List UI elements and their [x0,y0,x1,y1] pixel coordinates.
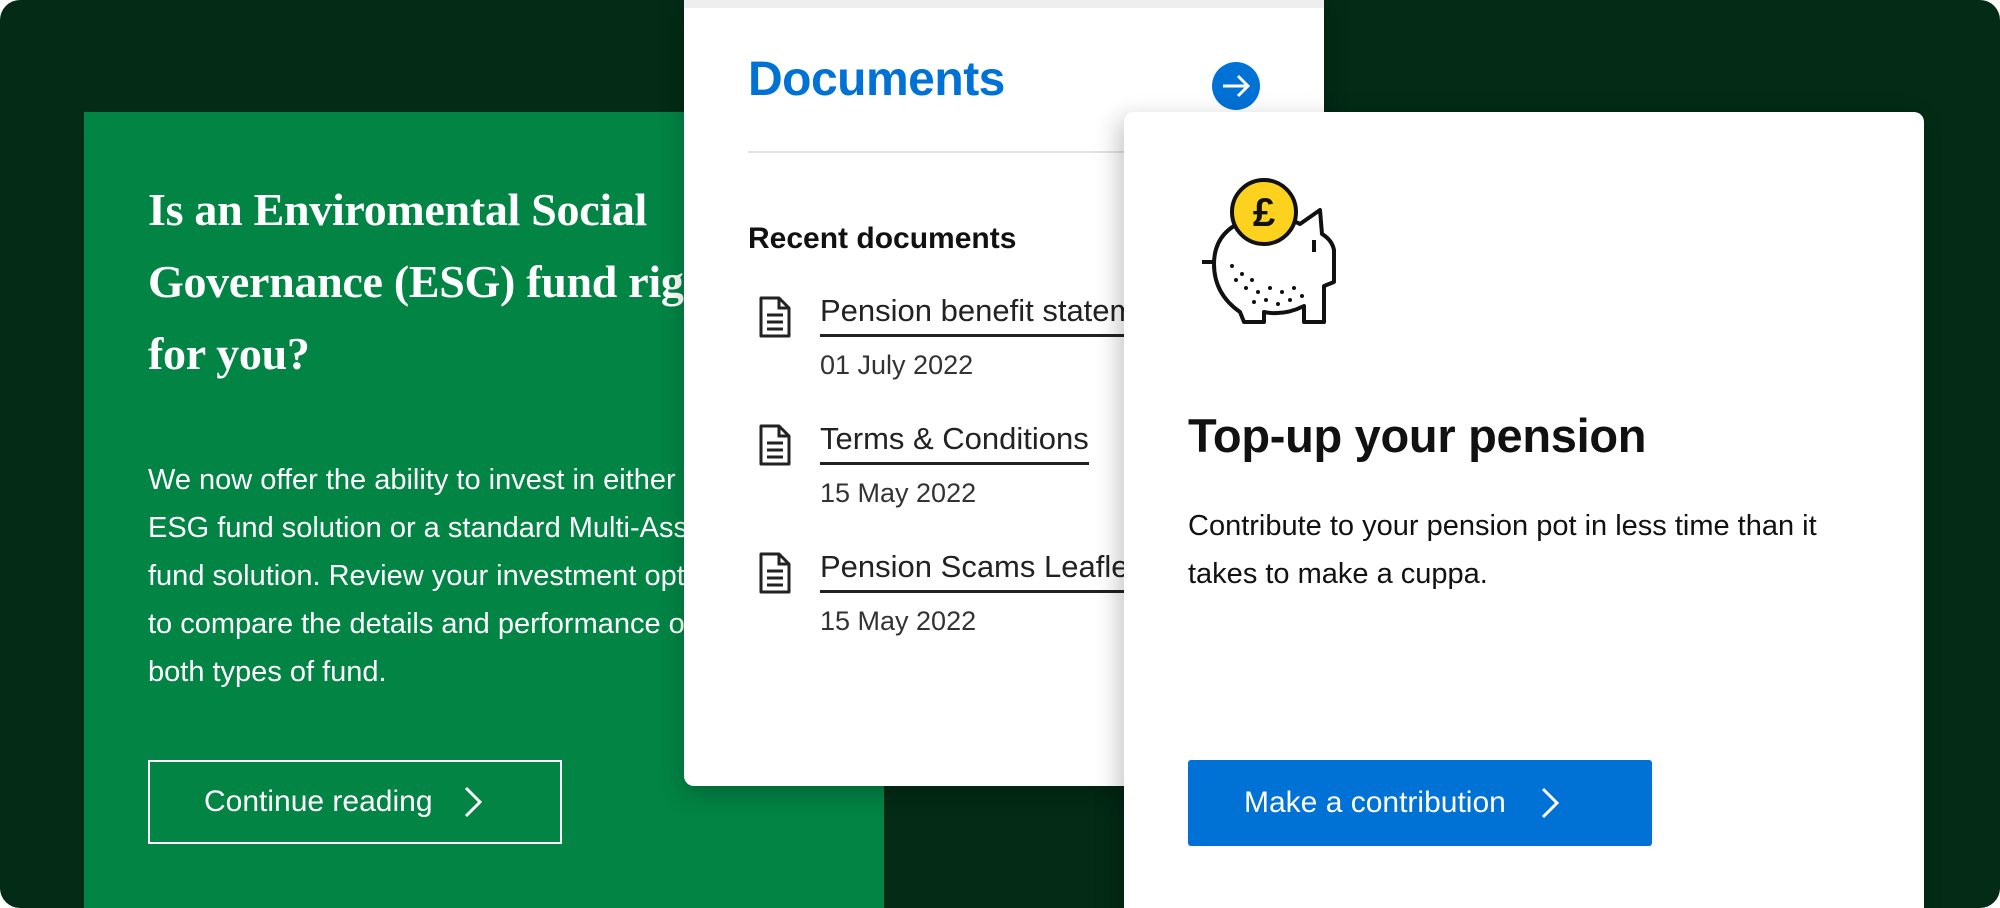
topup-pension-card: £ Top-up your pension Contribute to your… [1124,112,1924,908]
continue-reading-button[interactable]: Continue reading [148,760,562,844]
document-date: 01 July 2022 [820,350,974,380]
documents-title: Documents [748,53,1005,106]
document-date: 15 May 2022 [820,606,977,636]
make-contribution-label: Make a contribution [1244,786,1506,819]
topup-card-heading: Top-up your pension [1188,409,1647,462]
documents-arrow-button[interactable] [1212,62,1260,110]
piggy-bank-icon: £ [1202,178,1336,324]
make-contribution-button[interactable]: Make a contribution [1188,760,1652,846]
document-file-icon [759,424,791,466]
recent-documents-heading: Recent documents [748,222,1017,255]
chevron-right-icon [1541,787,1559,819]
document-file-icon [759,552,791,594]
page-background: Is an Enviromental Social Governance (ES… [0,0,2000,908]
document-link[interactable]: Pension Scams Leaflet [820,548,1138,593]
pound-coin-symbol: £ [1253,191,1275,235]
continue-reading-label: Continue reading [204,785,433,818]
topup-card-body: Contribute to your pension pot in less t… [1188,510,1817,590]
document-date: 15 May 2022 [820,478,977,508]
documents-card-top-strip [684,0,1324,8]
document-file-icon [759,296,791,338]
arrow-right-icon [1223,74,1251,98]
document-link[interactable]: Terms & Conditions [820,420,1089,465]
esg-card-body: We now offer the ability to invest in ei… [148,464,738,688]
chevron-right-icon [464,786,482,818]
